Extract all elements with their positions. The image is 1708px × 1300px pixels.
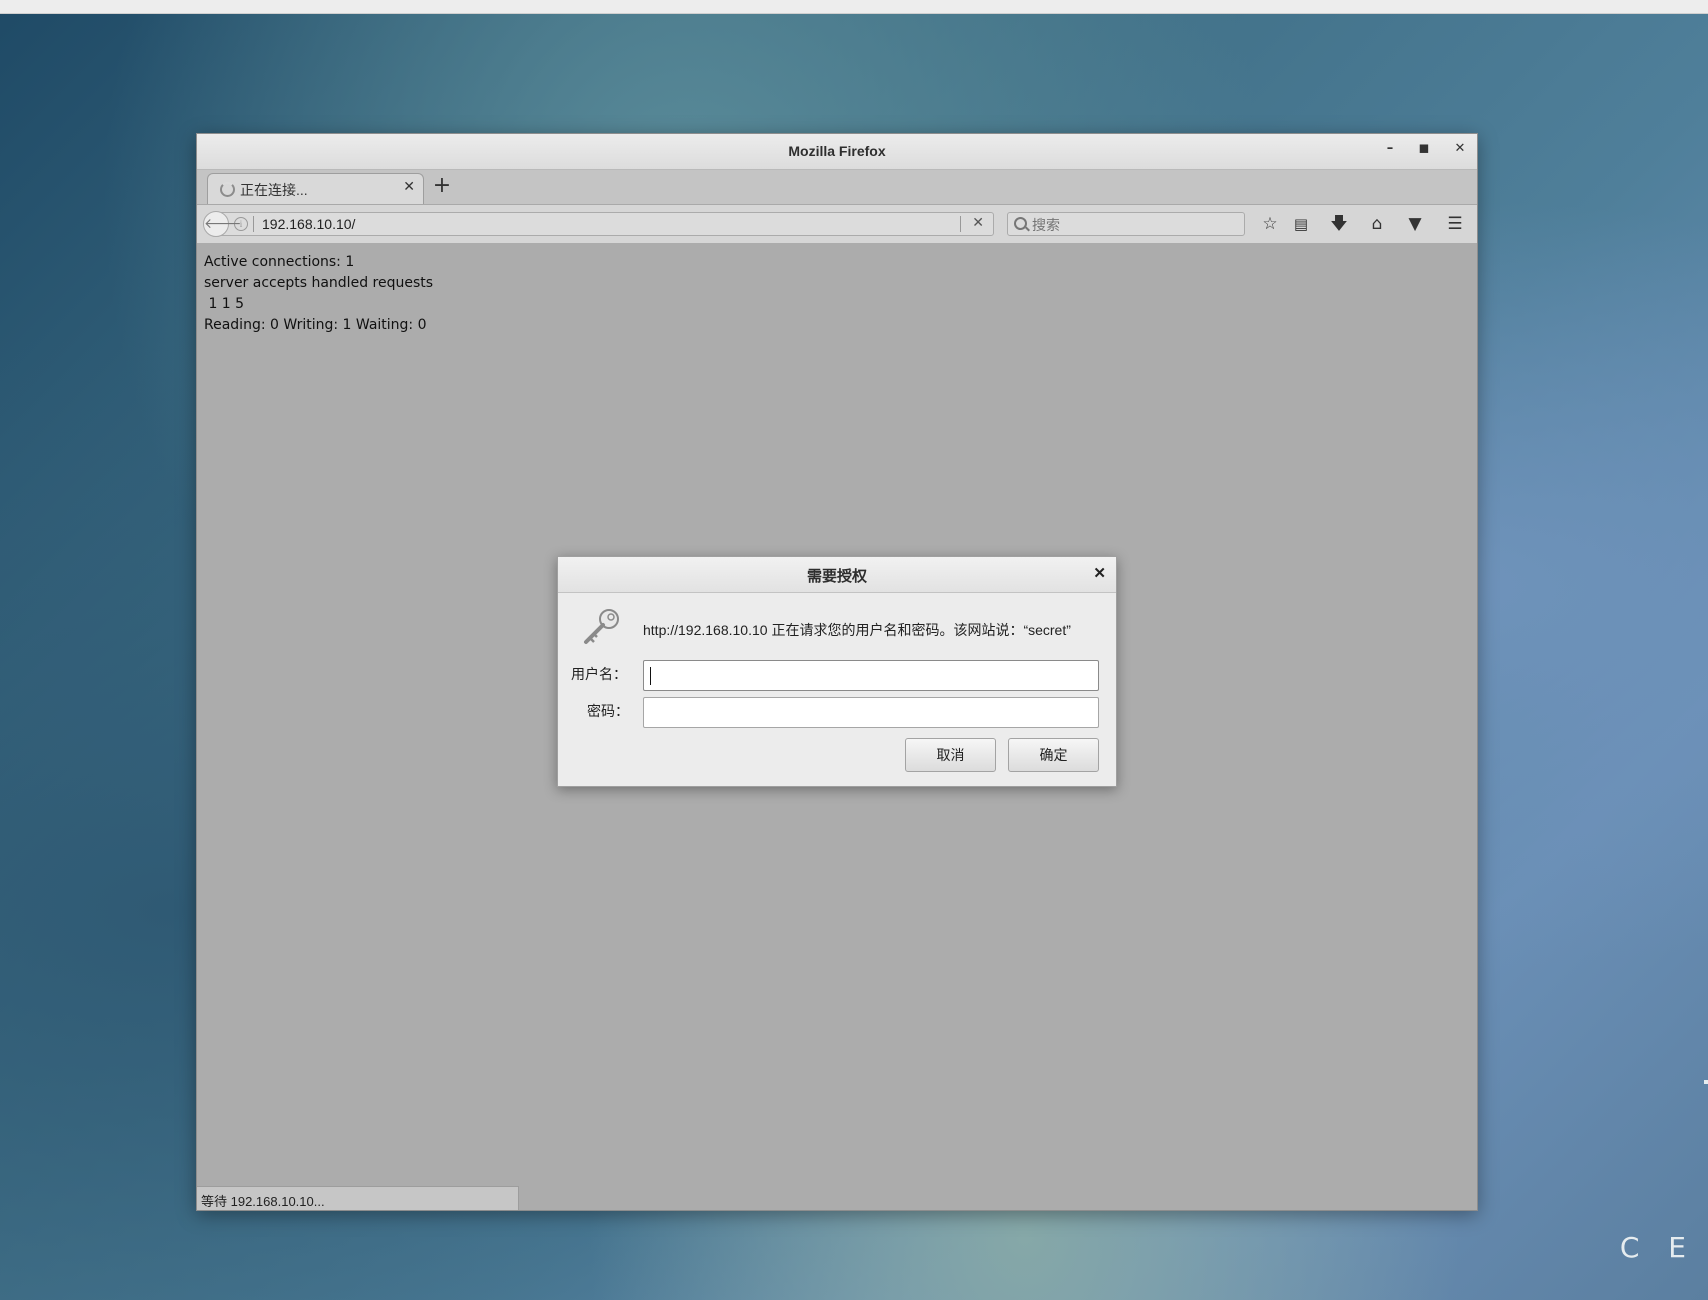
minimize-icon[interactable]: –: [1379, 141, 1401, 161]
text-caret: [650, 667, 651, 685]
url-bar[interactable]: i 192.168.10.10/ ✕: [219, 212, 994, 236]
nginx-status-text: Active connections: 1 server accepts hand…: [204, 252, 433, 336]
pocket-icon[interactable]: ▼: [1404, 213, 1426, 235]
password-label: 密码：: [587, 703, 629, 719]
search-icon: [1014, 217, 1027, 230]
search-bar[interactable]: [1007, 212, 1245, 236]
close-window-icon[interactable]: ✕: [1449, 141, 1471, 161]
download-icon[interactable]: 🡇: [1328, 213, 1350, 235]
password-input[interactable]: [643, 697, 1099, 728]
menu-hamburger-icon[interactable]: ☰: [1444, 213, 1466, 235]
tab-loading[interactable]: 正在连接... ✕: [207, 173, 424, 204]
key-icon: [584, 609, 619, 644]
cancel-button[interactable]: 取消: [905, 738, 996, 772]
status-bar: 等待 192.168.10.10...: [197, 1186, 519, 1210]
status-line: 1 1 5: [204, 296, 245, 312]
username-input[interactable]: [643, 660, 1099, 691]
back-arrow-icon[interactable]: 🡐: [203, 211, 242, 237]
new-tab-icon[interactable]: +: [431, 174, 453, 198]
tab-close-icon[interactable]: ✕: [403, 179, 415, 195]
loading-spinner-icon: [220, 182, 235, 197]
ok-button[interactable]: 确定: [1008, 738, 1099, 772]
maximize-icon[interactable]: ◼: [1413, 141, 1435, 161]
auth-dialog: 需要授权 ✕ http://192.168.10.10 正在请求您的用户名和密码…: [557, 556, 1117, 787]
dialog-title: 需要授权: [806, 568, 867, 585]
status-line: Active connections: 1: [204, 254, 355, 270]
desktop-top-bar: [0, 0, 1708, 14]
tab-bar: 正在连接... ✕ +: [197, 170, 1477, 205]
stop-loading-icon[interactable]: ✕: [972, 215, 984, 231]
bookmark-star-icon[interactable]: ☆: [1259, 213, 1281, 235]
desktop-corner-text: C E: [1619, 1231, 1696, 1264]
search-input[interactable]: [1030, 215, 1234, 235]
tab-label: 正在连接...: [240, 182, 308, 198]
username-label: 用户名：: [571, 666, 627, 682]
url-separator-right: [960, 216, 961, 232]
window-title: Mozilla Firefox: [788, 143, 886, 159]
navigation-bar: i 192.168.10.10/ ✕ 🡐 ☆ ▤ 🡇 ⌂ ▼ ☰: [197, 205, 1477, 244]
window-titlebar[interactable]: Mozilla Firefox – ◼ ✕: [197, 134, 1477, 170]
desktop-edge-mark: [1704, 1080, 1708, 1084]
url-text[interactable]: 192.168.10.10/: [262, 216, 355, 232]
bookmarks-list-icon[interactable]: ▤: [1290, 213, 1312, 235]
status-line: Reading: 0 Writing: 1 Waiting: 0: [204, 317, 427, 333]
dialog-close-icon[interactable]: ✕: [1093, 564, 1106, 582]
status-line: server accepts handled requests: [204, 275, 434, 291]
home-icon[interactable]: ⌂: [1366, 213, 1388, 235]
auth-message: http://192.168.10.10 正在请求您的用户名和密码。该网站说：“…: [643, 622, 1071, 638]
url-separator: [253, 216, 254, 232]
dialog-titlebar[interactable]: 需要授权 ✕: [558, 557, 1116, 593]
